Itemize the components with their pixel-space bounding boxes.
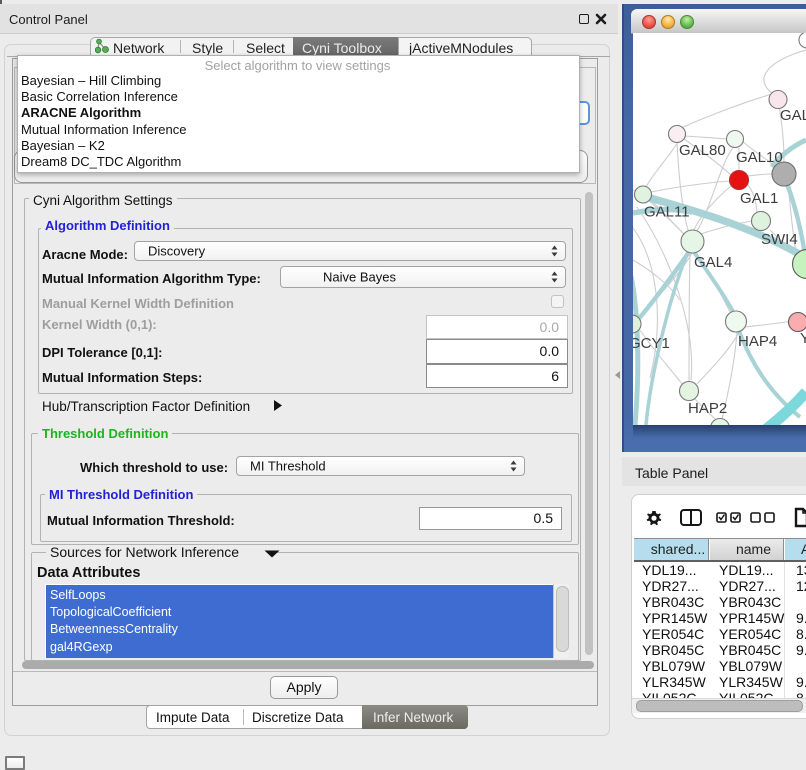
svg-text:GAL80: GAL80 bbox=[679, 142, 726, 159]
svg-text:GCY1: GCY1 bbox=[633, 335, 670, 352]
svg-text:GAL10: GAL10 bbox=[736, 149, 783, 166]
svg-text:HAP4: HAP4 bbox=[738, 333, 777, 350]
svg-text:GAL11: GAL11 bbox=[644, 204, 690, 221]
svg-text:GAL7: GAL7 bbox=[780, 107, 806, 124]
svg-text:SWI4: SWI4 bbox=[761, 231, 798, 248]
svg-text:HAP2: HAP2 bbox=[688, 400, 727, 417]
svg-text:GAL4: GAL4 bbox=[694, 254, 732, 271]
svg-text:YJ: YJ bbox=[800, 330, 806, 347]
svg-text:GAL1: GAL1 bbox=[740, 190, 778, 207]
